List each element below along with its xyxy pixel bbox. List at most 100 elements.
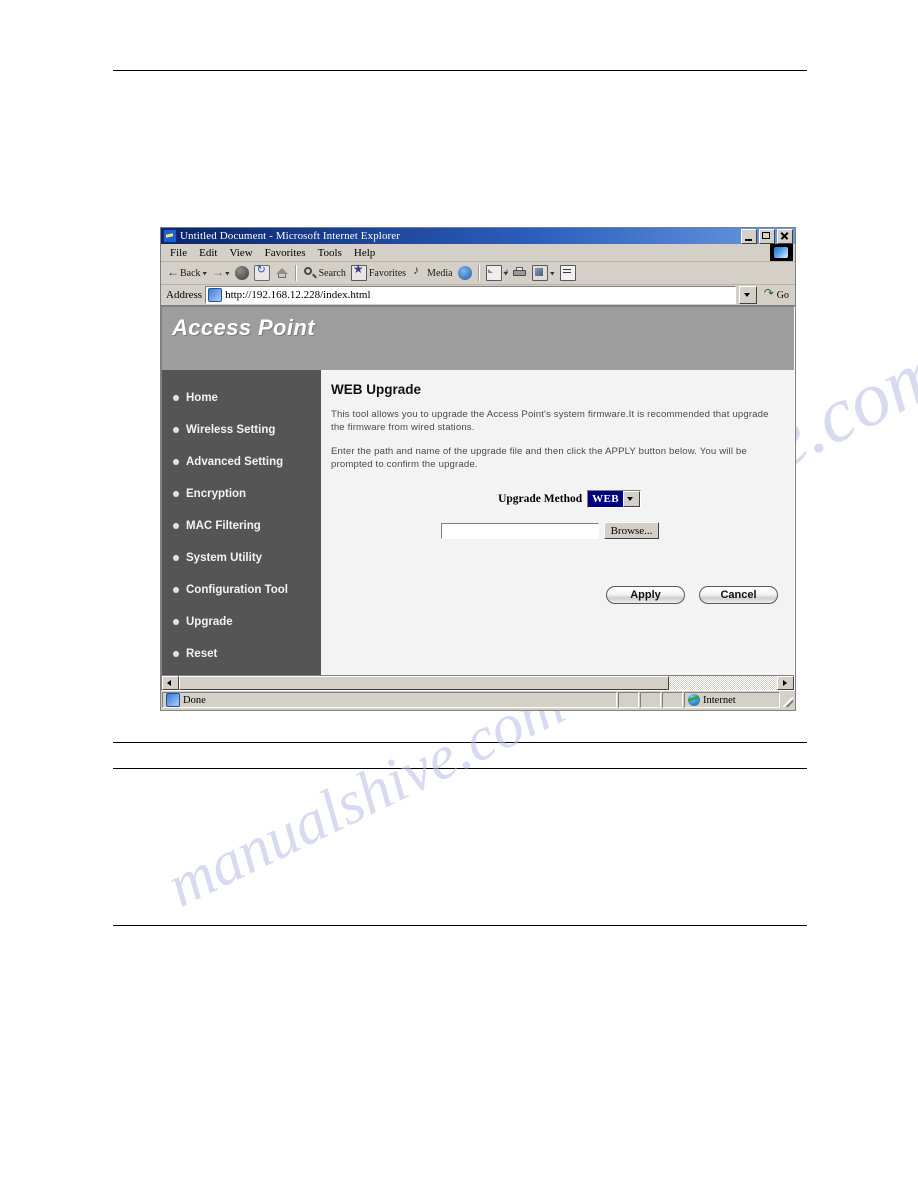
sidebar-item-mac-filtering[interactable]: MAC Filtering <box>162 510 321 542</box>
address-bar: Address http://192.168.12.228/index.html… <box>161 285 795 306</box>
status-bar: Done Internet <box>161 691 795 709</box>
menu-item-help[interactable]: Help <box>352 247 377 259</box>
browser-window: Untitled Document - Microsoft Internet E… <box>160 227 796 711</box>
page-footer-rule <box>113 925 807 926</box>
print-icon <box>513 266 527 280</box>
search-button-label: Search <box>318 267 346 279</box>
upgrade-method-value: WEB <box>588 491 623 507</box>
back-button-label: Back <box>180 267 201 279</box>
sidebar-item-system-utility[interactable]: System Utility <box>162 542 321 574</box>
security-zone-cell[interactable]: Internet <box>684 692 780 708</box>
resize-grip[interactable] <box>781 692 794 708</box>
menu-item-favorites[interactable]: Favorites <box>263 247 308 259</box>
back-button[interactable]: Back ▾ <box>166 265 208 280</box>
page-body: Home Wireless Setting Advanced Setting E… <box>162 370 794 675</box>
discuss-button[interactable] <box>559 265 577 281</box>
sidebar-item-upgrade[interactable]: Upgrade <box>162 606 321 638</box>
apply-button[interactable]: Apply <box>606 586 685 604</box>
upgrade-method-row: Upgrade Method WEB <box>331 490 780 508</box>
discuss-icon <box>559 265 576 281</box>
minimize-button[interactable] <box>741 228 757 244</box>
page-viewport: Access Point Home Wireless Setting Advan… <box>161 306 795 691</box>
address-dropdown-button[interactable] <box>738 286 757 304</box>
scrollbar-track[interactable] <box>179 676 777 690</box>
title-bar: Untitled Document - Microsoft Internet E… <box>161 228 795 244</box>
bullet-icon <box>173 459 179 465</box>
upgrade-method-select[interactable]: WEB <box>587 490 641 508</box>
toolbar-separator <box>294 265 297 281</box>
cancel-button[interactable]: Cancel <box>699 586 778 604</box>
search-button[interactable]: Search <box>302 266 347 280</box>
page-section-rule-mid <box>113 768 807 769</box>
edit-dropdown-chevron-icon[interactable]: ▾ <box>550 269 555 278</box>
firmware-file-input[interactable] <box>441 522 599 539</box>
sidebar-item-home[interactable]: Home <box>162 382 321 414</box>
mail-icon <box>485 265 508 281</box>
mail-button[interactable]: ▾ <box>485 265 510 281</box>
sidebar-nav: Home Wireless Setting Advanced Setting E… <box>162 370 321 675</box>
mail-dropdown-chevron-icon[interactable]: ▾ <box>504 269 509 278</box>
menu-item-file[interactable]: File <box>168 247 189 259</box>
firmware-file-row: Browse... <box>331 522 780 539</box>
back-dropdown-chevron-icon[interactable]: ▾ <box>203 269 208 278</box>
browse-button[interactable]: Browse... <box>604 522 659 539</box>
close-button[interactable] <box>777 228 793 244</box>
sidebar-item-encryption[interactable]: Encryption <box>162 478 321 510</box>
scroll-left-arrow-icon[interactable] <box>162 676 179 690</box>
page-favicon-icon <box>208 288 223 302</box>
bullet-icon <box>173 523 179 529</box>
refresh-button[interactable] <box>253 263 271 281</box>
go-button[interactable]: Go <box>760 286 793 301</box>
home-button[interactable] <box>274 266 290 280</box>
sidebar-item-advanced-setting[interactable]: Advanced Setting <box>162 446 321 478</box>
forward-arrow-icon <box>212 265 224 280</box>
sidebar-item-reset[interactable]: Reset <box>162 638 321 670</box>
menu-item-edit[interactable]: Edit <box>197 247 219 259</box>
history-button[interactable] <box>457 266 473 280</box>
menu-item-tools[interactable]: Tools <box>316 247 344 259</box>
search-icon <box>303 266 317 280</box>
stop-button[interactable] <box>234 266 250 280</box>
main-content: WEB Upgrade This tool allows you to upgr… <box>321 370 794 675</box>
sidebar-item-wireless-setting[interactable]: Wireless Setting <box>162 414 321 446</box>
sidebar-item-label: Reset <box>186 648 218 660</box>
scroll-right-arrow-icon[interactable] <box>777 676 794 690</box>
scrollbar-thumb[interactable] <box>179 676 670 690</box>
status-slot-3 <box>662 692 683 708</box>
content-heading: WEB Upgrade <box>331 382 422 397</box>
menu-item-view[interactable]: View <box>227 247 254 259</box>
bullet-icon <box>173 587 179 593</box>
address-input[interactable]: http://192.168.12.228/index.html <box>205 286 736 304</box>
favorites-button[interactable]: Favorites <box>350 262 407 281</box>
status-message: Done <box>183 694 206 706</box>
forward-dropdown-chevron-icon[interactable]: ▾ <box>225 269 230 278</box>
status-message-cell: Done <box>162 692 617 708</box>
forward-button[interactable]: ▾ <box>211 265 231 280</box>
page-section-rule-top <box>113 742 807 743</box>
sidebar-item-label: Advanced Setting <box>186 456 284 468</box>
toolbar-separator <box>477 265 480 281</box>
sidebar-item-label: Home <box>186 392 218 404</box>
sidebar-item-label: System Utility <box>186 552 263 564</box>
sidebar-item-label: Upgrade <box>186 616 233 628</box>
favorites-star-icon <box>350 262 367 281</box>
sidebar-item-label: Configuration Tool <box>186 584 288 596</box>
maximize-button[interactable] <box>759 228 775 244</box>
status-slot-1 <box>618 692 639 708</box>
page-header-rule <box>113 70 807 71</box>
chevron-down-icon[interactable] <box>623 491 640 507</box>
horizontal-scrollbar[interactable] <box>162 675 794 690</box>
bullet-icon <box>173 491 179 497</box>
back-arrow-icon <box>167 265 179 280</box>
favorites-button-label: Favorites <box>368 267 407 279</box>
go-button-label: Go <box>776 289 789 301</box>
sidebar-item-configuration-tool[interactable]: Configuration Tool <box>162 574 321 606</box>
media-button[interactable]: Media <box>410 263 454 280</box>
media-note-icon <box>411 263 425 280</box>
menu-bar: File Edit View Favorites Tools Help <box>161 244 795 262</box>
bullet-icon <box>173 555 179 561</box>
refresh-icon <box>253 263 270 281</box>
edit-button[interactable]: ▾ <box>531 265 556 281</box>
print-button[interactable] <box>512 266 528 280</box>
stop-icon <box>234 266 249 280</box>
